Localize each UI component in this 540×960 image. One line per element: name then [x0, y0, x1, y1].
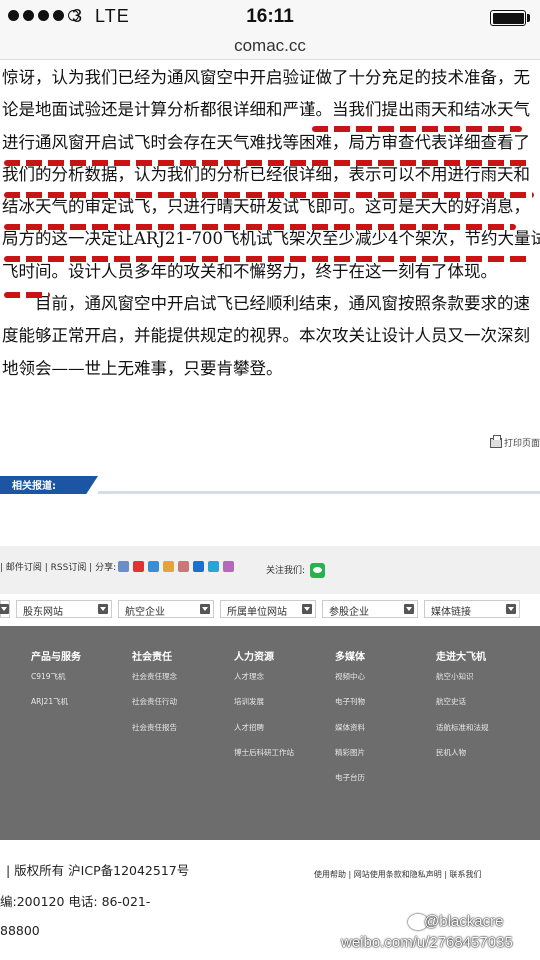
footer-link[interactable]: 社会责任报告	[132, 722, 177, 733]
battery-icon	[490, 10, 526, 26]
footer-link[interactable]: C919飞机	[31, 671, 81, 682]
share-icon-7[interactable]	[208, 561, 219, 572]
kaixin-icon[interactable]	[178, 561, 189, 572]
aviation-companies-select[interactable]: 航空企业	[118, 600, 214, 618]
footer-column-aircraft: 走进大飞机 航空小知识 航空史话 适航标准和法规 民机人物	[436, 648, 489, 772]
renren-icon[interactable]	[133, 561, 144, 572]
subscribe-links[interactable]: | 邮件订阅 | RSS订阅 | 分享:	[0, 560, 116, 573]
red-underline-mark	[4, 224, 516, 230]
footer-link[interactable]: 航空小知识	[436, 671, 489, 682]
clock: 16:11	[246, 6, 294, 27]
footer-link[interactable]: 精彩图片	[335, 747, 365, 758]
footer-column-hr: 人力资源 人才理念 培训发展 人才招聘 博士后科研工作站	[234, 648, 294, 772]
footer-link[interactable]: 人才理念	[234, 671, 294, 682]
share-icon-3[interactable]	[148, 561, 159, 572]
footer-column-responsibility: 社会责任 社会责任理念 社会责任行动 社会责任报告	[132, 648, 177, 747]
footer-link[interactable]: 博士后科研工作站	[234, 747, 294, 758]
follow-label: 关注我们:	[266, 566, 306, 576]
footer-link[interactable]: 民机人物	[436, 747, 489, 758]
share-icon-8[interactable]	[223, 561, 234, 572]
wechat-icon[interactable]	[310, 563, 325, 578]
article-line: 度能够正常开启，并能提供规定的视界。本次攻关让设计人员又一次深刻	[2, 326, 530, 346]
shareholder-sites-select[interactable]: 股东网站	[16, 600, 112, 618]
share-icons	[118, 561, 234, 572]
media-links-select[interactable]: 媒体链接	[424, 600, 520, 618]
footer-link[interactable]: 社会责任行动	[132, 696, 177, 707]
footer-link[interactable]: 媒体资料	[335, 722, 365, 733]
shareholder-sites-select[interactable]	[0, 600, 10, 618]
footer-column-title: 走进大飞机	[436, 652, 486, 663]
people-icon[interactable]	[193, 561, 204, 572]
red-underline-mark	[4, 292, 50, 298]
address-bar[interactable]: comac.cc	[0, 36, 540, 60]
footer-link[interactable]: 社会责任理念	[132, 671, 177, 682]
printer-icon	[490, 434, 502, 448]
footer-link[interactable]: 视频中心	[335, 671, 365, 682]
battery-tip	[527, 14, 530, 22]
footer-column-title: 社会责任	[132, 652, 172, 663]
footer-column-multimedia: 多媒体 视频中心 电子刊物 媒体资料 精彩图片 电子台历	[335, 648, 365, 797]
affiliated-companies-select[interactable]: 参股企业	[322, 600, 418, 618]
footer-link[interactable]: 适航标准和法规	[436, 722, 489, 733]
related-reports-header: 相关报道:	[0, 476, 540, 494]
related-label: 相关报道:	[12, 481, 56, 492]
footer-link[interactable]: 航空史话	[436, 696, 489, 707]
red-underline-mark	[4, 160, 532, 166]
footer-link[interactable]: 培训发展	[234, 696, 294, 707]
article-line: 目前，通风窗空中开启试飞已经顺利结束，通风窗按照条款要求的速	[35, 294, 530, 314]
print-label: 打印页面	[504, 439, 540, 449]
footer-link[interactable]: 电子刊物	[335, 696, 365, 707]
watermark-url: weibo.com/u/2768457035	[341, 934, 513, 951]
site-select-row: 股东网站 航空企业 所属单位网站 参股企业 媒体链接	[0, 600, 540, 620]
footer-column-products: 产品与服务 C919飞机 ARJ21飞机	[31, 648, 81, 722]
red-underline-mark	[4, 256, 532, 262]
article-line: 惊讶，认为我们已经为通风窗空中开启验证做了十分充足的技术准备，无	[2, 68, 530, 87]
watermark-handle: @blackacre	[424, 913, 504, 930]
footer-column-title: 人力资源	[234, 652, 274, 663]
share-icon-4[interactable]	[163, 561, 174, 572]
phone-tail-text: 88800	[0, 923, 40, 938]
footer-link[interactable]: ARJ21飞机	[31, 696, 81, 707]
footer-column-title: 多媒体	[335, 652, 365, 663]
print-page-link[interactable]: 打印页面	[490, 434, 540, 449]
article-line: 论是地面试验还是计算分析都很详细和严谨。当我们提出雨天和结冰天气	[2, 100, 530, 120]
red-underline-mark	[312, 126, 522, 132]
footer-column-title: 产品与服务	[31, 652, 81, 663]
article-line: 地领会——世上无难事，只要肯攀登。	[2, 358, 283, 378]
postcode-phone-text: 编:200120 电话: 86-021-	[0, 894, 151, 909]
red-underline-mark	[4, 192, 534, 198]
copyright-text: | 版权所有 沪ICP备12042517号	[6, 863, 190, 878]
share-icon-1[interactable]	[118, 561, 129, 572]
subsidiary-sites-select[interactable]: 所属单位网站	[220, 600, 316, 618]
footer-link[interactable]: 电子台历	[335, 772, 365, 783]
status-bar: 3 LTE 16:11	[0, 0, 540, 36]
footer-link[interactable]: 人才招聘	[234, 722, 294, 733]
bottom-links[interactable]: 使用帮助 | 网站使用条款和隐私声明 | 联系我们	[314, 869, 482, 880]
